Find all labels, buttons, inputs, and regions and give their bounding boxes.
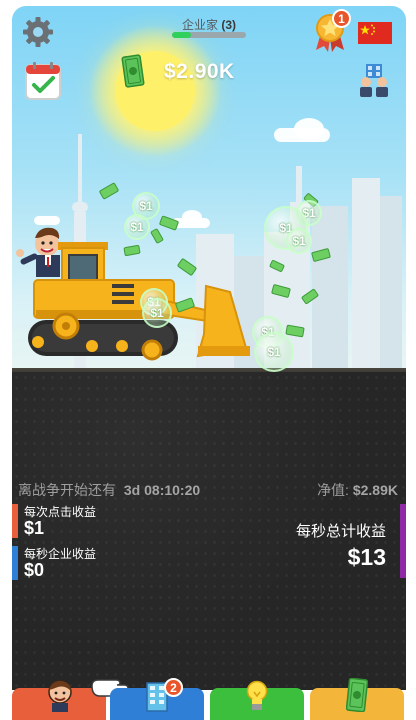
total-income-marker — [400, 504, 406, 578]
total-income-value: $13 — [347, 544, 386, 570]
xp-progress-bar — [172, 32, 246, 38]
lightbulb-icon — [246, 680, 268, 710]
building — [352, 178, 380, 372]
xp-progress-fill — [172, 32, 191, 38]
money-bubble[interactable]: $1 — [124, 214, 150, 240]
level-title: 企业家 (3) — [150, 16, 268, 33]
game-screen: $1 $1 $1 $1 $1 $1 $1 $1 $1 企业家 (3) — [0, 0, 416, 720]
settings-button[interactable] — [20, 14, 56, 50]
per-click-value: $1 — [24, 518, 45, 538]
net-worth: 净值: $2.89K — [317, 480, 398, 500]
war-countdown-label: 离战争开始还有 — [18, 482, 116, 498]
money-icon — [346, 678, 368, 712]
money-bubble[interactable]: $1 — [254, 332, 294, 372]
net-worth-label: 净值: — [317, 482, 349, 498]
businessman-icon — [48, 680, 72, 712]
total-income-label: 每秒总计收益 — [295, 523, 386, 540]
money-balance: $2.90K — [164, 60, 235, 83]
building — [296, 166, 302, 206]
cash-icon-wrap — [121, 54, 145, 88]
cash-icon — [121, 54, 145, 88]
businesses-badge: 2 — [164, 678, 183, 697]
tv-tower — [72, 202, 88, 212]
cloud — [294, 118, 324, 140]
war-countdown-timer: 3d 08:10:20 — [123, 482, 201, 498]
gear-icon — [23, 17, 53, 47]
building — [312, 206, 348, 372]
language-button[interactable] — [358, 22, 392, 44]
managers-button[interactable] — [356, 62, 392, 98]
notification-badge: 1 — [332, 9, 351, 28]
managers-icon — [360, 64, 388, 97]
tab-upgrades[interactable] — [210, 680, 304, 720]
china-flag-icon — [358, 22, 392, 44]
per-business-value: $0 — [24, 560, 45, 580]
calendar-check-icon — [25, 62, 61, 100]
tab-investments[interactable] — [310, 678, 404, 720]
daily-tasks-button[interactable] — [24, 62, 62, 100]
tab-businesses[interactable] — [110, 682, 204, 720]
level-number: (3) — [221, 18, 237, 32]
war-countdown: 离战争开始还有 3d 08:10:20 — [18, 480, 200, 500]
money-bubble[interactable]: $1 — [286, 228, 312, 254]
per-click-marker — [12, 504, 18, 538]
money-bubble[interactable]: $1 — [142, 298, 172, 328]
net-worth-value: $2.89K — [352, 482, 398, 498]
per-business-marker — [12, 546, 18, 580]
building — [380, 196, 402, 372]
level-name: 企业家 — [181, 18, 218, 32]
driver — [16, 227, 60, 277]
